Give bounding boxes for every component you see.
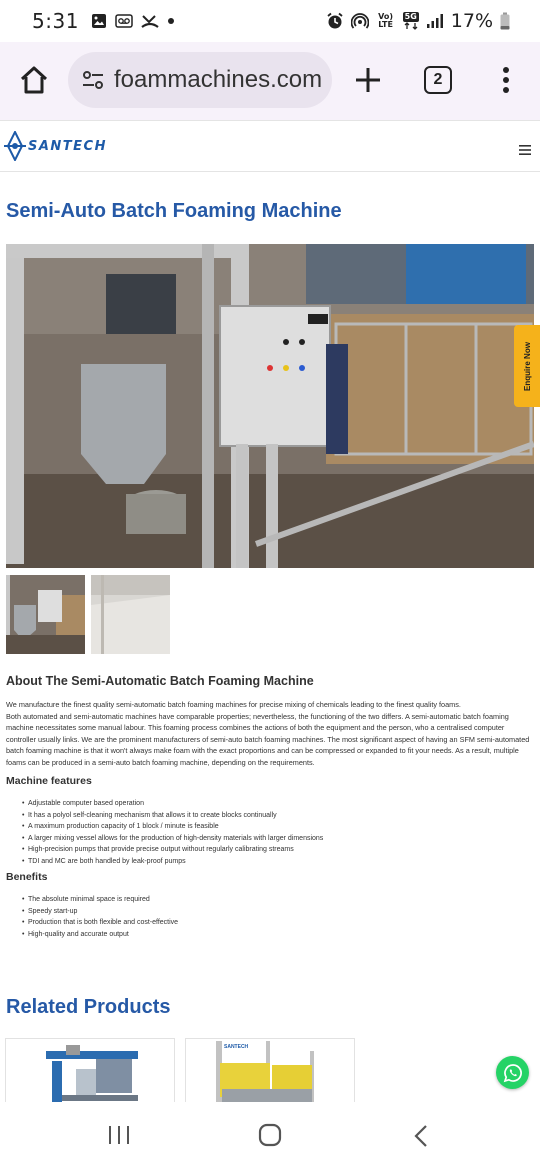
whatsapp-chat-button[interactable] [496, 1056, 529, 1089]
related-card-logo: SANTECH [224, 1044, 249, 1050]
list-item: The absolute minimal space is required [22, 894, 178, 906]
whatsapp-icon [503, 1063, 522, 1082]
list-item: Speedy start-up [22, 906, 178, 918]
network-type-icon: 5G [402, 12, 419, 30]
site-logo[interactable]: SANTECH [4, 131, 107, 161]
about-heading: About The Semi-Automatic Batch Foaming M… [6, 674, 314, 688]
notification-icons [91, 13, 175, 29]
page-title: Semi-Auto Batch Foaming Machine [6, 200, 342, 222]
home-nav-icon[interactable] [258, 1123, 282, 1147]
dot-icon [167, 17, 175, 25]
list-item: High-quality and accurate output [22, 929, 178, 941]
list-item: High-precision pumps that provide precis… [22, 844, 323, 856]
missed-call-icon [141, 13, 159, 29]
hamburger-menu-icon[interactable] [519, 142, 531, 155]
back-icon[interactable] [413, 1124, 429, 1148]
list-item: Adjustable computer based operation [22, 798, 323, 810]
related-product-card-2[interactable]: SANTECH [185, 1038, 355, 1102]
url-text: foammachines.com [114, 66, 323, 93]
features-list: Adjustable computer based operation It h… [22, 798, 323, 868]
browser-toolbar: foammachines.com 2 [0, 42, 540, 120]
benefits-heading: Benefits [6, 871, 48, 883]
enquire-now-tab[interactable]: Enquire Now [514, 325, 540, 407]
product-main-image[interactable] [6, 244, 534, 568]
logo-text: SANTECH [28, 138, 107, 154]
product-thumbnail-1[interactable] [6, 575, 85, 654]
home-icon[interactable] [18, 64, 50, 96]
status-time: 5:31 [32, 9, 79, 33]
enquire-now-label: Enquire Now [522, 341, 532, 391]
about-paragraph: Both automated and semi-automatic machin… [6, 711, 530, 767]
related-products-heading: Related Products [6, 996, 171, 1018]
signal-icon [426, 13, 444, 29]
logo-mark-icon [4, 131, 26, 161]
alarm-icon [326, 12, 344, 30]
site-settings-icon[interactable] [80, 67, 106, 93]
list-item: TDI and MC are both handled by leak-proo… [22, 856, 323, 868]
list-item: A larger mixing vessel allows for the pr… [22, 833, 323, 845]
features-heading: Machine features [6, 775, 92, 787]
about-paragraph: We manufacture the finest quality semi-a… [6, 700, 461, 709]
address-bar[interactable]: foammachines.com [68, 52, 332, 108]
list-item: A maximum production capacity of 1 block… [22, 821, 323, 833]
benefits-list: The absolute minimal space is required S… [22, 894, 178, 940]
more-menu-icon[interactable] [496, 66, 516, 94]
product-thumbnail-2[interactable] [91, 575, 170, 654]
volte-icon: Vo) LTE [378, 12, 394, 29]
tab-switcher-button[interactable]: 2 [424, 66, 452, 94]
status-bar: 5:31 Vo) LTE 5G 17% [0, 0, 540, 42]
network-type-label: 5G [402, 12, 419, 22]
system-nav-bar [0, 1104, 540, 1170]
battery-percent: 17% [450, 10, 493, 32]
hotspot-icon [350, 12, 369, 30]
about-body: We manufacture the finest quality semi-a… [6, 699, 536, 768]
battery-icon [500, 12, 510, 30]
related-product-card-1[interactable] [5, 1038, 175, 1102]
new-tab-icon[interactable] [354, 66, 382, 94]
list-item: Production that is both flexible and cos… [22, 917, 178, 929]
recent-apps-icon[interactable] [108, 1124, 130, 1146]
gallery-icon [91, 13, 107, 29]
voicemail-icon [115, 13, 133, 29]
site-header: SANTECH [0, 120, 540, 172]
list-item: It has a polyol self-cleaning mechanism … [22, 810, 323, 822]
status-right: Vo) LTE 5G 17% [326, 10, 510, 32]
